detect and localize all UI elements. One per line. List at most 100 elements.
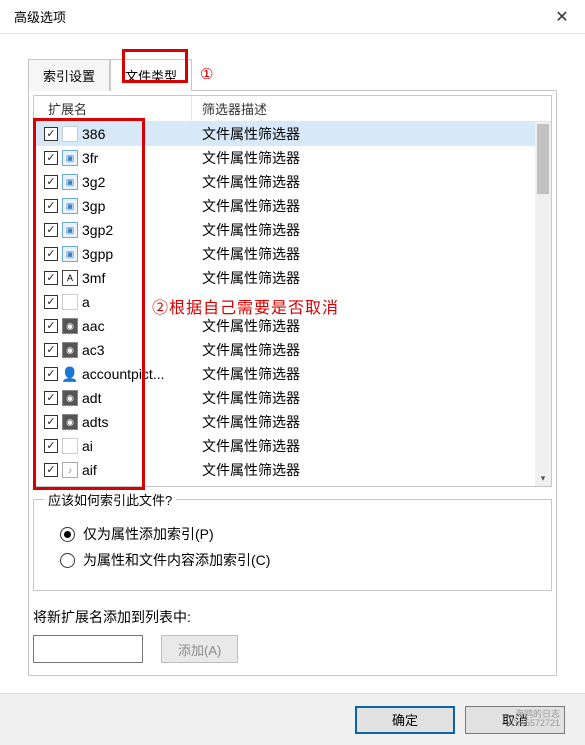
cell-extension: ♪ aif: [34, 462, 192, 478]
row-checkbox[interactable]: [44, 127, 58, 141]
table-row[interactable]: ▣3gp文件属性筛选器: [34, 194, 535, 218]
table-row[interactable]: ◉ac3 文件属性筛选器: [34, 338, 535, 362]
cell-extension: ▣3g2: [34, 174, 192, 190]
file-type-icon: [62, 294, 78, 310]
column-header-extension[interactable]: 扩展名: [34, 96, 192, 121]
table-row[interactable]: A3mf文件属性筛选器: [34, 266, 535, 290]
table-row[interactable]: ▣3g2文件属性筛选器: [34, 170, 535, 194]
scrollbar-thumb[interactable]: [537, 124, 549, 194]
extension-text: aif: [82, 462, 97, 478]
row-checkbox[interactable]: [44, 199, 58, 213]
cell-extension: A3mf: [34, 270, 192, 286]
row-checkbox[interactable]: [44, 319, 58, 333]
window-title: 高级选项: [14, 7, 539, 26]
cell-description: 文件属性筛选器: [192, 268, 535, 288]
cell-description: 文件属性筛选器: [192, 460, 535, 480]
extension-text: ai: [82, 438, 93, 454]
new-extension-input[interactable]: [33, 635, 143, 663]
file-type-icon: ◉: [62, 414, 78, 430]
extension-text: 3mf: [82, 270, 105, 286]
extension-text: 3gp2: [82, 222, 113, 238]
scrollbar[interactable]: ▾: [535, 122, 551, 486]
cell-description: 文件属性筛选器: [192, 412, 535, 432]
row-checkbox[interactable]: [44, 247, 58, 261]
row-checkbox[interactable]: [44, 271, 58, 285]
header-label: 扩展名: [48, 99, 87, 118]
header-label: 筛选器描述: [202, 99, 267, 118]
cell-extension: ▣3gp: [34, 198, 192, 214]
cancel-button[interactable]: 取消 海鸥的日志 ID:65572721: [465, 706, 565, 734]
row-checkbox[interactable]: [44, 223, 58, 237]
extension-text: aac: [82, 318, 105, 334]
add-extension-button[interactable]: 添加(A): [161, 635, 238, 663]
file-type-icon: ◉: [62, 318, 78, 334]
file-type-icon: 👤: [62, 366, 78, 382]
row-checkbox[interactable]: [44, 343, 58, 357]
table-row[interactable]: a: [34, 290, 535, 314]
add-extension-row: 添加(A): [33, 635, 552, 663]
list-body: 386文件属性筛选器▣3fr文件属性筛选器▣3g2文件属性筛选器▣3gp文件属性…: [34, 122, 535, 486]
button-label: 确定: [392, 710, 418, 729]
row-checkbox[interactable]: [44, 151, 58, 165]
tab-file-types[interactable]: 文件类型: [110, 59, 192, 91]
cell-extension: ◉aac: [34, 318, 192, 334]
cell-extension: ai: [34, 438, 192, 454]
row-checkbox[interactable]: [44, 415, 58, 429]
file-type-icon: ♪: [62, 462, 78, 478]
extension-text: 3gp: [82, 198, 105, 214]
tab-index-settings[interactable]: 索引设置: [28, 59, 110, 91]
extension-text: 3fr: [82, 150, 98, 166]
column-header-description[interactable]: 筛选器描述: [192, 96, 551, 121]
table-row[interactable]: ▣3fr文件属性筛选器: [34, 146, 535, 170]
tab-strip: 索引设置 文件类型 ①: [28, 58, 557, 90]
radio-label: 为属性和文件内容添加索引(C): [83, 550, 270, 570]
cell-description: 文件属性筛选器: [192, 124, 535, 144]
ok-button[interactable]: 确定: [355, 706, 455, 734]
table-row[interactable]: 👤accountpict...文件属性筛选器: [34, 362, 535, 386]
extension-text: 386: [82, 126, 105, 142]
row-checkbox[interactable]: [44, 175, 58, 189]
table-row[interactable]: ♪ aif 文件属性筛选器: [34, 458, 535, 482]
extension-text: adt: [82, 390, 101, 406]
cell-description: 文件属性筛选器: [192, 220, 535, 240]
cell-description: 文件属性筛选器: [192, 340, 535, 360]
table-row[interactable]: 386 文件属性筛选器: [34, 122, 535, 146]
file-type-icon: ▣: [62, 246, 78, 262]
dialog-content: 索引设置 文件类型 ① 扩展名 筛选器描述 386文件属性筛选器▣3fr文件属性…: [0, 34, 585, 676]
tab-panel: 扩展名 筛选器描述 386文件属性筛选器▣3fr文件属性筛选器▣3g2文件属性筛…: [28, 90, 557, 676]
file-type-icon: ◉: [62, 390, 78, 406]
extension-text: adts: [82, 414, 108, 430]
row-checkbox[interactable]: [44, 463, 58, 477]
radio-icon: [60, 553, 75, 568]
row-checkbox[interactable]: [44, 367, 58, 381]
cell-description: 文件属性筛选器: [192, 436, 535, 456]
table-row[interactable]: ai 文件属性筛选器: [34, 434, 535, 458]
table-row[interactable]: ◉adt文件属性筛选器: [34, 386, 535, 410]
row-checkbox[interactable]: [44, 391, 58, 405]
row-checkbox[interactable]: [44, 439, 58, 453]
table-row[interactable]: ▣3gp2文件属性筛选器: [34, 218, 535, 242]
scroll-down-icon[interactable]: ▾: [535, 470, 551, 486]
file-type-icon: ◉: [62, 342, 78, 358]
cell-extension: a: [34, 294, 192, 310]
row-checkbox[interactable]: [44, 295, 58, 309]
table-row[interactable]: ▣3gpp文件属性筛选器: [34, 242, 535, 266]
cell-extension: 👤accountpict...: [34, 366, 192, 382]
radio-properties-and-content[interactable]: 为属性和文件内容添加索引(C): [60, 550, 535, 570]
extension-text: ac3: [82, 342, 105, 358]
button-label: 取消: [502, 710, 528, 729]
annotation-marker-1: ①: [200, 65, 213, 83]
radio-icon: [60, 527, 75, 542]
extension-text: 3gpp: [82, 246, 113, 262]
table-row[interactable]: ◉aac文件属性筛选器: [34, 314, 535, 338]
cell-extension: ▣3gp2: [34, 222, 192, 238]
file-type-icon: ▣: [62, 174, 78, 190]
extension-list: 扩展名 筛选器描述 386文件属性筛选器▣3fr文件属性筛选器▣3g2文件属性筛…: [33, 95, 552, 487]
file-type-icon: ▣: [62, 198, 78, 214]
list-header: 扩展名 筛选器描述: [34, 96, 551, 122]
title-bar: 高级选项 ✕: [0, 0, 585, 34]
radio-label: 仅为属性添加索引(P): [83, 524, 214, 544]
table-row[interactable]: ◉adts 文件属性筛选器: [34, 410, 535, 434]
close-button[interactable]: ✕: [539, 0, 585, 34]
radio-properties-only[interactable]: 仅为属性添加索引(P): [60, 524, 535, 544]
